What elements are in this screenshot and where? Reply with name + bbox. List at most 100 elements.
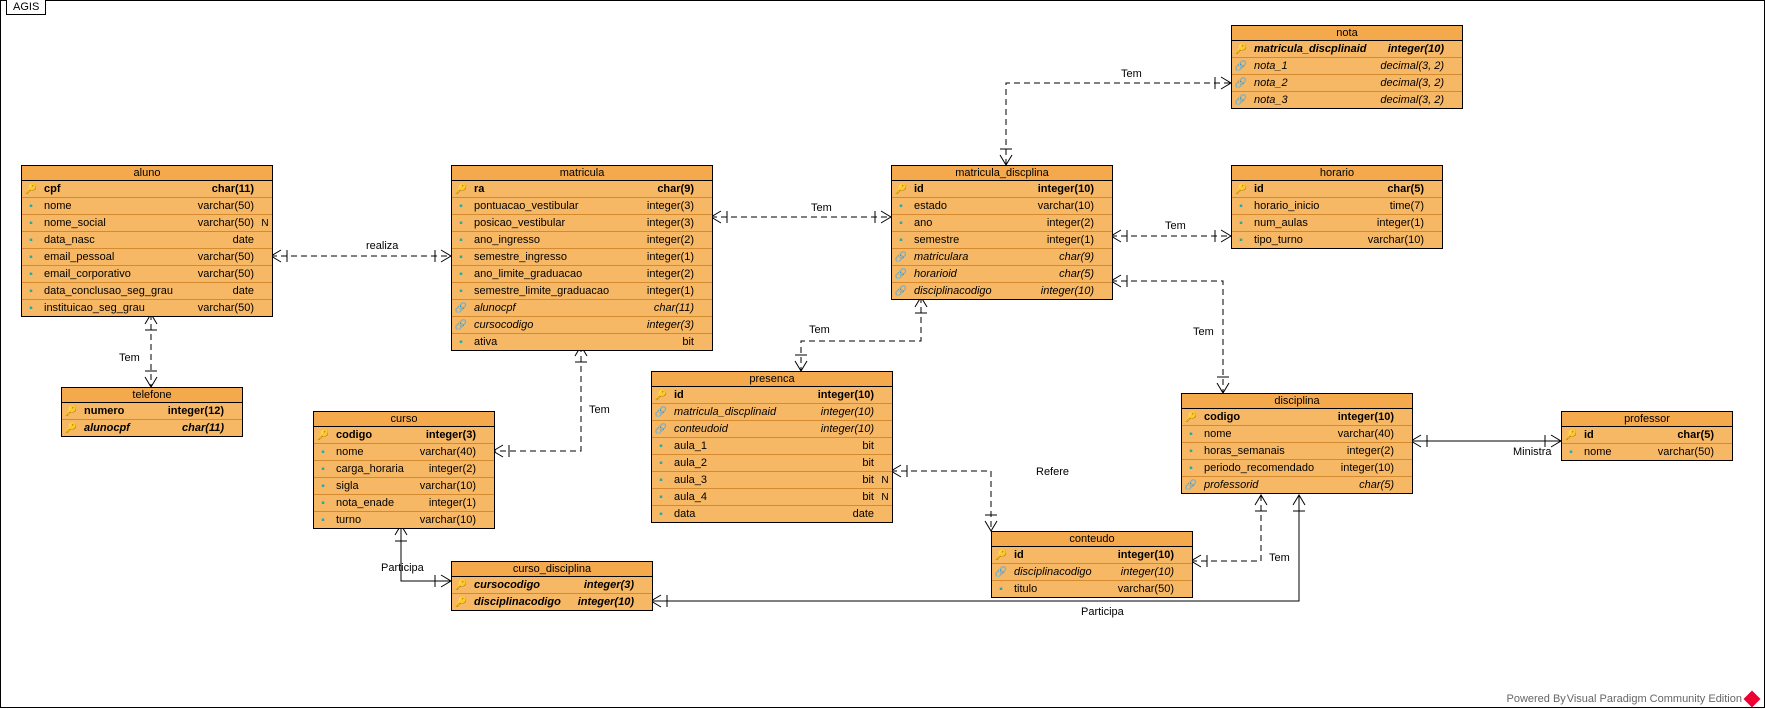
table-row[interactable]: ▪ano_limite_graduacaointeger(2) [452, 266, 712, 283]
relation-end-icon [435, 575, 451, 587]
table-row[interactable]: 🔑alunocpfchar(11) [62, 420, 242, 436]
table-row[interactable]: ▪email_corporativovarchar(50) [22, 266, 272, 283]
relation-line[interactable] [401, 525, 451, 581]
col-name: cursocodigo [470, 579, 580, 591]
col-type: varchar(50) [1654, 446, 1718, 458]
table-row[interactable]: 🔑disciplinacodigointeger(10) [452, 594, 652, 610]
table-row[interactable]: ▪num_aulasinteger(1) [1232, 215, 1442, 232]
table-row[interactable]: ▪turnovarchar(10) [314, 512, 494, 528]
table-row[interactable]: ▪tipo_turnovarchar(10) [1232, 232, 1442, 248]
pk-icon: 🔑 [994, 548, 1008, 562]
table-row[interactable]: 🔗matricularachar(9) [892, 249, 1112, 266]
table-disciplina[interactable]: disciplina🔑codigointeger(10)▪nomevarchar… [1181, 393, 1413, 494]
table-row[interactable]: ▪nomevarchar(50) [22, 198, 272, 215]
col-type: integer(3) [643, 200, 698, 212]
table-row[interactable]: ▪data_nascdate [22, 232, 272, 249]
relation-line[interactable] [1191, 495, 1261, 561]
table-row[interactable]: ▪semestre_limite_graduacaointeger(1) [452, 283, 712, 300]
table-row[interactable]: ▪anointeger(2) [892, 215, 1112, 232]
table-title: professor [1562, 412, 1732, 427]
table-row[interactable]: 🔑idchar(5) [1232, 181, 1442, 198]
table-matricula[interactable]: matricula🔑rachar(9)▪pontuacao_vestibular… [451, 165, 713, 351]
table-row[interactable]: 🔗matricula_discplinaidinteger(10) [652, 404, 892, 421]
table-row[interactable]: ▪nota_enadeinteger(1) [314, 495, 494, 512]
table-row[interactable]: 🔑idinteger(10) [652, 387, 892, 404]
table-row[interactable]: 🔗disciplinacodigointeger(10) [892, 283, 1112, 299]
table-professor[interactable]: professor🔑idchar(5)▪nomevarchar(50) [1561, 411, 1733, 461]
col-name: sigla [332, 480, 416, 492]
table-row[interactable]: ▪semestreinteger(1) [892, 232, 1112, 249]
table-row[interactable]: ▪pontuacao_vestibularinteger(3) [452, 198, 712, 215]
table-row[interactable]: 🔗nota_3decimal(3, 2) [1232, 92, 1462, 108]
fk-icon: 🔗 [654, 422, 668, 436]
table-row[interactable]: ▪ano_ingressointeger(2) [452, 232, 712, 249]
table-row[interactable]: 🔗nota_2decimal(3, 2) [1232, 75, 1462, 92]
table-row[interactable]: ▪siglavarchar(10) [314, 478, 494, 495]
table-row[interactable]: 🔑idchar(5) [1562, 427, 1732, 444]
table-row[interactable]: ▪posicao_vestibularinteger(3) [452, 215, 712, 232]
table-row[interactable]: 🔑matricula_discplinaidinteger(10) [1232, 41, 1462, 58]
table-horario[interactable]: horario🔑idchar(5)▪horario_iniciotime(7)▪… [1231, 165, 1443, 249]
table-row[interactable]: ▪nome_socialvarchar(50)N [22, 215, 272, 232]
table-row[interactable]: ▪horario_iniciotime(7) [1232, 198, 1442, 215]
table-curso_disciplina[interactable]: curso_disciplina🔑cursocodigointeger(3)🔑d… [451, 561, 653, 611]
table-row[interactable]: 🔑cpfchar(11) [22, 181, 272, 198]
relation-line[interactable] [1111, 281, 1223, 393]
col-type: char(5) [1383, 183, 1428, 195]
relation-line[interactable] [493, 346, 581, 451]
table-row[interactable]: 🔗professoridchar(5) [1182, 477, 1412, 493]
table-row[interactable]: ▪instituicao_seg_grauvarchar(50) [22, 300, 272, 316]
table-row[interactable]: ▪carga_horariainteger(2) [314, 461, 494, 478]
table-row[interactable]: 🔗horarioidchar(5) [892, 266, 1112, 283]
table-row[interactable]: ▪nomevarchar(40) [314, 444, 494, 461]
table-row[interactable]: ▪aula_2bit [652, 455, 892, 472]
relation-line[interactable] [801, 297, 921, 371]
relation-line[interactable] [1006, 83, 1231, 165]
table-row[interactable]: 🔑idinteger(10) [992, 547, 1192, 564]
table-row[interactable]: ▪periodo_recomendadointeger(10) [1182, 460, 1412, 477]
table-row[interactable]: ▪nomevarchar(50) [1562, 444, 1732, 460]
table-matricula_discplina[interactable]: matricula_discplina🔑idinteger(10)▪estado… [891, 165, 1113, 300]
table-row[interactable]: ▪aula_1bit [652, 438, 892, 455]
table-presenca[interactable]: presenca🔑idinteger(10)🔗matricula_discpli… [651, 371, 893, 523]
table-row[interactable]: 🔑rachar(9) [452, 181, 712, 198]
table-row[interactable]: 🔑numerointeger(12) [62, 403, 242, 420]
table-conteudo[interactable]: conteudo🔑idinteger(10)🔗disciplinacodigoi… [991, 531, 1193, 598]
col-type: bit [858, 491, 878, 503]
table-aluno[interactable]: aluno🔑cpfchar(11)▪nomevarchar(50)▪nome_s… [21, 165, 273, 317]
col-type: date [229, 285, 258, 297]
table-curso[interactable]: curso🔑codigointeger(3)▪nomevarchar(40)▪c… [313, 411, 495, 529]
col-icon: ▪ [654, 507, 668, 521]
table-row[interactable]: 🔗nota_1decimal(3, 2) [1232, 58, 1462, 75]
table-row[interactable]: ▪nomevarchar(40) [1182, 426, 1412, 443]
table-row[interactable]: ▪estadovarchar(10) [892, 198, 1112, 215]
table-row[interactable]: ▪aula_3bitN [652, 472, 892, 489]
table-row[interactable]: ▪horas_semanaisinteger(2) [1182, 443, 1412, 460]
table-row[interactable]: 🔑codigointeger(10) [1182, 409, 1412, 426]
col-icon: ▪ [24, 250, 38, 264]
col-name: pontuacao_vestibular [470, 200, 643, 212]
col-icon: ▪ [894, 233, 908, 247]
table-row[interactable]: 🔗conteudoidinteger(10) [652, 421, 892, 438]
table-row[interactable]: 🔑codigointeger(3) [314, 427, 494, 444]
table-row[interactable]: ▪semestre_ingressointeger(1) [452, 249, 712, 266]
table-nota[interactable]: nota🔑matricula_discplinaidinteger(10)🔗no… [1231, 25, 1463, 109]
table-row[interactable]: ▪data_conclusao_seg_graudate [22, 283, 272, 300]
table-row[interactable]: 🔗alunocpfchar(11) [452, 300, 712, 317]
table-row[interactable]: ▪aula_4bitN [652, 489, 892, 506]
table-row[interactable]: 🔑idinteger(10) [892, 181, 1112, 198]
table-row[interactable]: ▪titulovarchar(50) [992, 581, 1192, 597]
relation-end-icon [435, 250, 451, 262]
relation-line[interactable] [891, 471, 991, 531]
table-row[interactable]: 🔗cursocodigointeger(3) [452, 317, 712, 334]
col-name: aula_2 [670, 457, 858, 469]
table-row[interactable]: ▪datadate [652, 506, 892, 522]
col-name: num_aulas [1250, 217, 1373, 229]
table-row[interactable]: ▪email_pessoalvarchar(50) [22, 249, 272, 266]
col-icon: ▪ [316, 513, 330, 527]
table-row[interactable]: 🔑cursocodigointeger(3) [452, 577, 652, 594]
table-row[interactable]: ▪ativabit [452, 334, 712, 350]
table-row[interactable]: 🔗disciplinacodigointeger(10) [992, 564, 1192, 581]
col-type: char(9) [1055, 251, 1098, 263]
table-telefone[interactable]: telefone🔑numerointeger(12)🔑alunocpfchar(… [61, 387, 243, 437]
